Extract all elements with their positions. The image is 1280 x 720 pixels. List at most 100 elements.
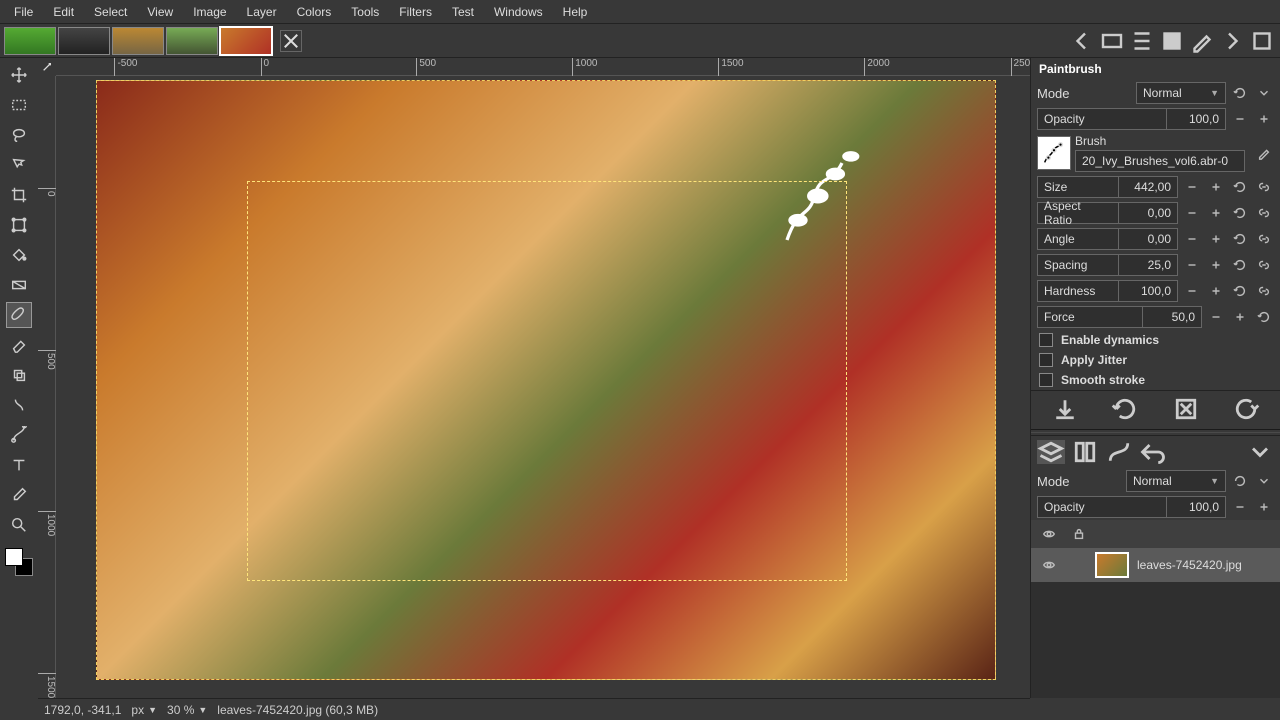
foreground-color[interactable] — [5, 548, 23, 566]
panel-menu-icon[interactable] — [1246, 440, 1274, 464]
decrease-icon[interactable] — [1182, 203, 1202, 223]
canvas[interactable] — [56, 76, 1030, 698]
zoom-tool[interactable] — [6, 512, 32, 538]
path-tool[interactable] — [6, 422, 32, 448]
brush-preview[interactable] — [1037, 136, 1071, 170]
decrease-icon[interactable] — [1230, 497, 1250, 517]
reset-icon[interactable] — [1230, 177, 1250, 197]
display-mode-1-icon[interactable] — [1100, 29, 1124, 53]
menu-select[interactable]: Select — [84, 2, 137, 22]
menu-layer[interactable]: Layer — [237, 2, 287, 22]
image-tab-3[interactable] — [112, 27, 164, 55]
menu-tools[interactable]: Tools — [341, 2, 389, 22]
undo-tab-icon[interactable] — [1139, 440, 1167, 464]
prev-image-button[interactable] — [1070, 29, 1094, 53]
increase-icon[interactable] — [1206, 229, 1226, 249]
next-image-button[interactable] — [1220, 29, 1244, 53]
size-slider[interactable]: Size 442,00 — [1037, 176, 1178, 198]
decrease-icon[interactable] — [1182, 255, 1202, 275]
display-mode-2-icon[interactable] — [1130, 29, 1154, 53]
reset-icon[interactable] — [1230, 281, 1250, 301]
layer-visibility-icon[interactable] — [1039, 555, 1059, 575]
slider-value[interactable]: 0,00 — [1118, 202, 1178, 224]
menu-edit[interactable]: Edit — [43, 2, 84, 22]
layer-row[interactable]: leaves-7452420.jpg — [1031, 548, 1280, 582]
link-icon[interactable] — [1254, 255, 1274, 275]
slider-value[interactable]: 0,00 — [1118, 228, 1178, 250]
menu-filters[interactable]: Filters — [389, 2, 442, 22]
layers-tab-icon[interactable] — [1037, 440, 1065, 464]
layer-mode-menu-icon[interactable] — [1254, 471, 1274, 491]
edit-icon[interactable] — [1190, 29, 1214, 53]
mode-dropdown[interactable]: Normal▼ — [1136, 82, 1226, 104]
reset-icon[interactable] — [1230, 203, 1250, 223]
eraser-tool[interactable] — [6, 332, 32, 358]
close-tab-button[interactable] — [280, 30, 302, 52]
fuzzy-select-tool[interactable] — [6, 152, 32, 178]
decrease-icon[interactable] — [1182, 229, 1202, 249]
slider-value[interactable]: 50,0 — [1142, 306, 1202, 328]
angle-slider[interactable]: Angle 0,00 — [1037, 228, 1178, 250]
hardness-slider[interactable]: Hardness 100,0 — [1037, 280, 1178, 302]
increase-icon[interactable] — [1206, 203, 1226, 223]
panel-separator[interactable] — [1031, 429, 1280, 433]
unit-dropdown[interactable]: px▼ — [131, 703, 157, 717]
mode-menu-icon[interactable] — [1254, 83, 1274, 103]
ruler-origin-button[interactable] — [38, 58, 56, 76]
decrease-icon[interactable] — [1182, 281, 1202, 301]
color-picker-tool[interactable] — [6, 482, 32, 508]
menu-image[interactable]: Image — [183, 2, 236, 22]
rect-select-tool[interactable] — [6, 92, 32, 118]
apply-jitter-check[interactable]: Apply Jitter — [1031, 350, 1280, 370]
layer-opacity-slider[interactable]: Opacity 100,0 — [1037, 496, 1226, 518]
layer-mode-dropdown[interactable]: Normal▼ — [1126, 470, 1226, 492]
image-tab-1[interactable] — [4, 27, 56, 55]
decrease-icon[interactable] — [1230, 109, 1250, 129]
layer-opacity-value[interactable]: 100,0 — [1166, 496, 1226, 518]
link-icon[interactable] — [1254, 203, 1274, 223]
menu-view[interactable]: View — [137, 2, 183, 22]
color-swatch[interactable] — [5, 548, 33, 576]
zoom-dropdown[interactable]: 30 %▼ — [167, 703, 207, 717]
menu-file[interactable]: File — [4, 2, 43, 22]
paintbrush-tool[interactable] — [6, 302, 32, 328]
decrease-icon[interactable] — [1206, 307, 1226, 327]
link-icon[interactable] — [1254, 281, 1274, 301]
opacity-value[interactable]: 100,0 — [1166, 108, 1226, 130]
image-tab-2[interactable] — [58, 27, 110, 55]
eye-icon[interactable] — [1039, 524, 1059, 544]
increase-icon[interactable] — [1206, 255, 1226, 275]
increase-icon[interactable] — [1206, 281, 1226, 301]
lock-icon[interactable] — [1069, 524, 1089, 544]
crop-tool[interactable] — [6, 182, 32, 208]
increase-icon[interactable] — [1230, 307, 1250, 327]
delete-preset-icon[interactable] — [1172, 397, 1200, 421]
clone-tool[interactable] — [6, 362, 32, 388]
gradient-tool[interactable] — [6, 272, 32, 298]
move-tool[interactable] — [6, 62, 32, 88]
reset-mode-icon[interactable] — [1230, 83, 1250, 103]
save-preset-icon[interactable] — [1051, 397, 1079, 421]
opacity-slider[interactable]: Opacity 100,0 — [1037, 108, 1226, 130]
reset-icon[interactable] — [1230, 255, 1250, 275]
smooth-stroke-check[interactable]: Smooth stroke — [1031, 370, 1280, 390]
menu-colors[interactable]: Colors — [287, 2, 342, 22]
force-slider[interactable]: Force 50,0 — [1037, 306, 1202, 328]
reset-layer-mode-icon[interactable] — [1230, 471, 1250, 491]
increase-icon[interactable] — [1254, 109, 1274, 129]
vertical-ruler[interactable]: 0 500 1000 1500 — [38, 76, 56, 698]
image-tab-4[interactable] — [166, 27, 218, 55]
bucket-tool[interactable] — [6, 242, 32, 268]
paths-tab-icon[interactable] — [1105, 440, 1133, 464]
spacing-slider[interactable]: Spacing 25,0 — [1037, 254, 1178, 276]
slider-value[interactable]: 25,0 — [1118, 254, 1178, 276]
image-tab-5[interactable] — [220, 27, 272, 55]
enable-dynamics-check[interactable]: Enable dynamics — [1031, 330, 1280, 350]
transform-tool[interactable] — [6, 212, 32, 238]
slider-value[interactable]: 442,00 — [1118, 176, 1178, 198]
reset-icon[interactable] — [1230, 229, 1250, 249]
slider-value[interactable]: 100,0 — [1118, 280, 1178, 302]
menu-test[interactable]: Test — [442, 2, 484, 22]
reset-all-icon[interactable] — [1232, 397, 1260, 421]
edit-brush-icon[interactable] — [1254, 143, 1274, 163]
